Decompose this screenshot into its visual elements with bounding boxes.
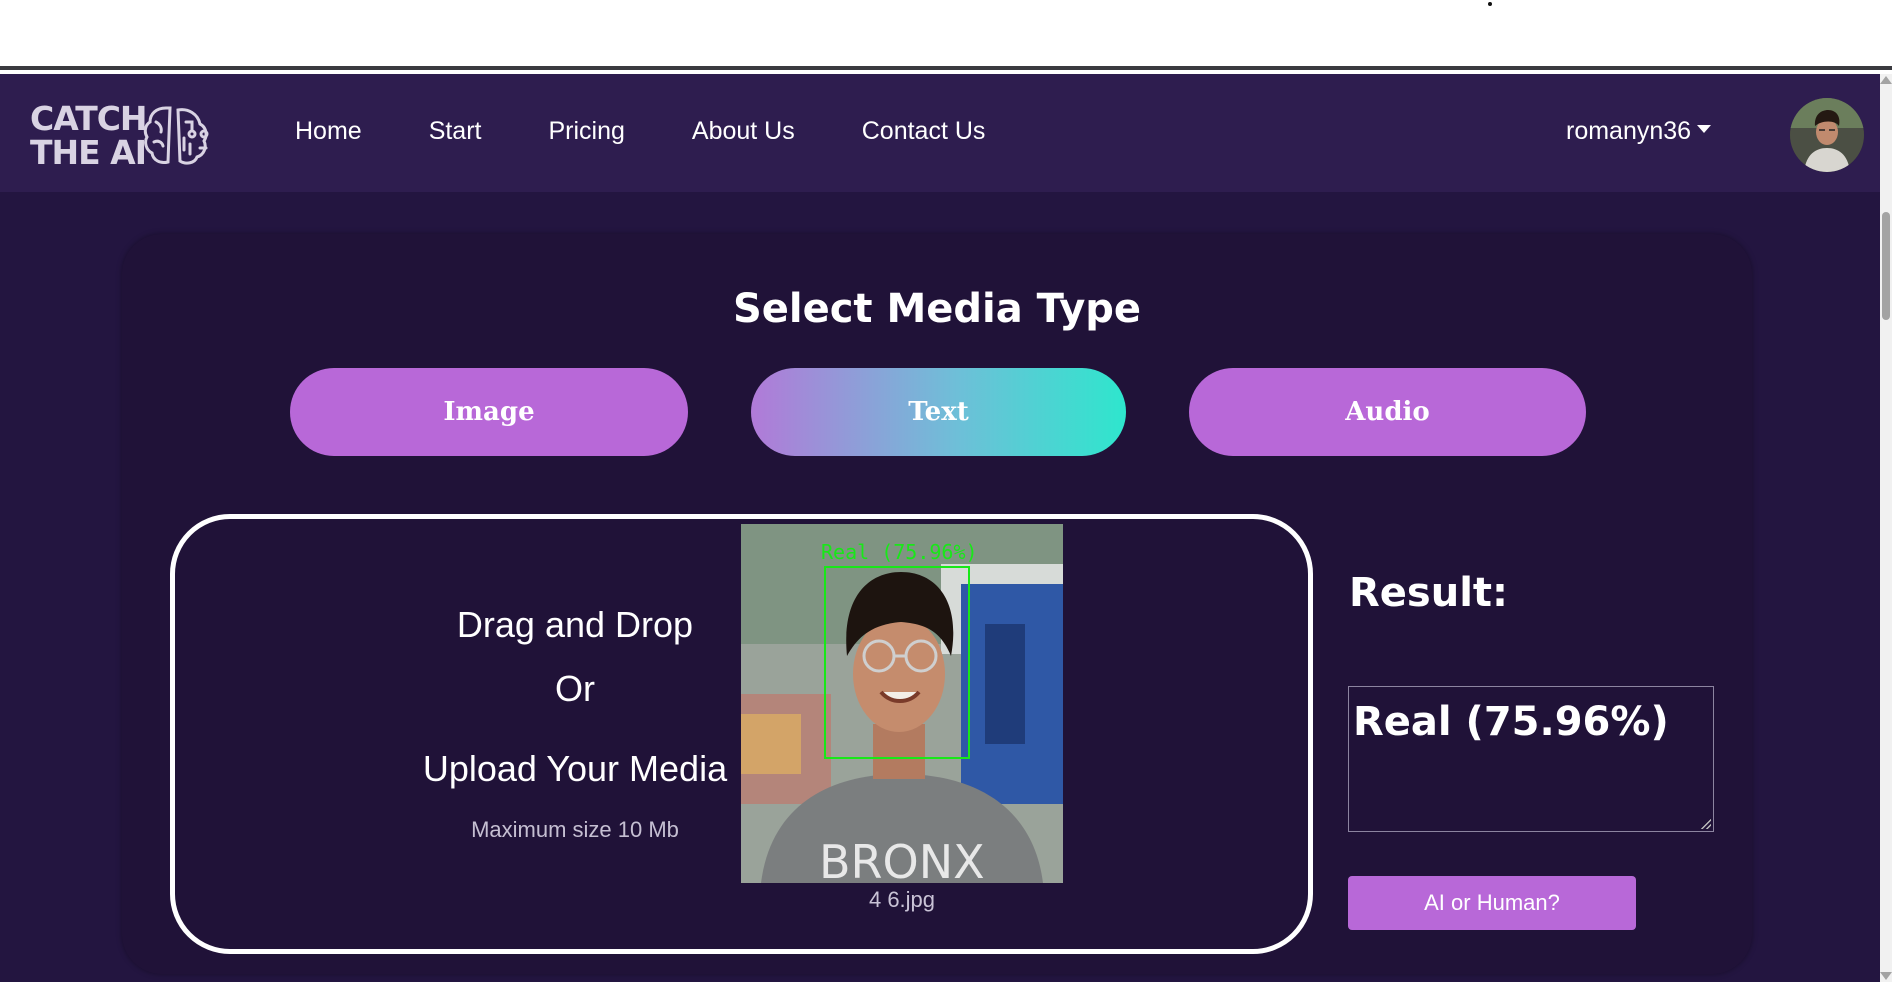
site-logo[interactable]: CATCH THE AI — [30, 100, 216, 170]
username: romanyn36 — [1566, 117, 1692, 145]
uploaded-filename: 4 6.jpg — [868, 887, 936, 912]
browser-top-strip — [0, 0, 1892, 70]
scrollbar[interactable] — [1880, 74, 1892, 982]
ai-or-human-button[interactable]: AI or Human? — [1348, 876, 1636, 930]
media-type-text-button[interactable]: Text — [751, 368, 1126, 456]
result-label: Result: — [1349, 570, 1509, 616]
logo-line1: CATCH — [30, 99, 148, 138]
nav-pricing[interactable]: Pricing — [548, 114, 624, 148]
avatar[interactable] — [1790, 98, 1864, 172]
scroll-up-arrow-icon[interactable] — [1880, 76, 1892, 84]
face-detection-box — [824, 566, 970, 759]
upload-dropzone[interactable]: Drag and Drop Or Upload Your Media Maxim… — [170, 514, 1313, 954]
navbar: CATCH THE AI Home Start Pricing About Us… — [0, 74, 1880, 192]
result-value: Real (75.96%) — [1353, 699, 1669, 745]
media-type-audio-button[interactable]: Audio — [1189, 368, 1586, 456]
nav-links: Home Start Pricing About Us Contact Us — [295, 114, 1052, 148]
logo-line2: THE AI — [30, 133, 147, 172]
brain-circuit-icon — [143, 106, 209, 165]
svg-text:BRONX: BRONX — [819, 835, 985, 883]
caret-down-icon — [1697, 125, 1712, 133]
upload-line-or: Or — [555, 668, 595, 709]
nav-about-us[interactable]: About Us — [692, 114, 795, 148]
scroll-down-arrow-icon[interactable] — [1880, 972, 1892, 980]
resize-grip-icon[interactable] — [1701, 819, 1711, 829]
nav-contact-us[interactable]: Contact Us — [862, 114, 986, 148]
upload-size-note: Maximum size 10 Mb — [471, 817, 679, 842]
upload-line-upload: Upload Your Media — [422, 748, 728, 789]
image-preview: BRONX Real (75.96%) — [741, 524, 1063, 883]
cursor-dot — [1488, 2, 1492, 6]
media-card: Select Media Type Image Text Audio Drag … — [122, 234, 1752, 974]
media-type-image-button[interactable]: Image — [290, 368, 688, 456]
page: CATCH THE AI Home Start Pricing About Us… — [0, 74, 1880, 982]
nav-home[interactable]: Home — [295, 114, 362, 148]
user-menu[interactable]: romanyn36 — [1566, 114, 1712, 148]
scroll-thumb[interactable] — [1882, 212, 1890, 320]
page-title: Select Media Type — [732, 286, 1142, 332]
upload-line-drag: Drag and Drop — [456, 604, 694, 645]
detection-label: Real (75.96%) — [821, 540, 978, 564]
nav-start[interactable]: Start — [429, 114, 482, 148]
avatar-photo — [1790, 98, 1864, 172]
logo-text: CATCH THE AI — [30, 99, 148, 172]
result-textarea[interactable]: Real (75.96%) — [1348, 686, 1714, 832]
